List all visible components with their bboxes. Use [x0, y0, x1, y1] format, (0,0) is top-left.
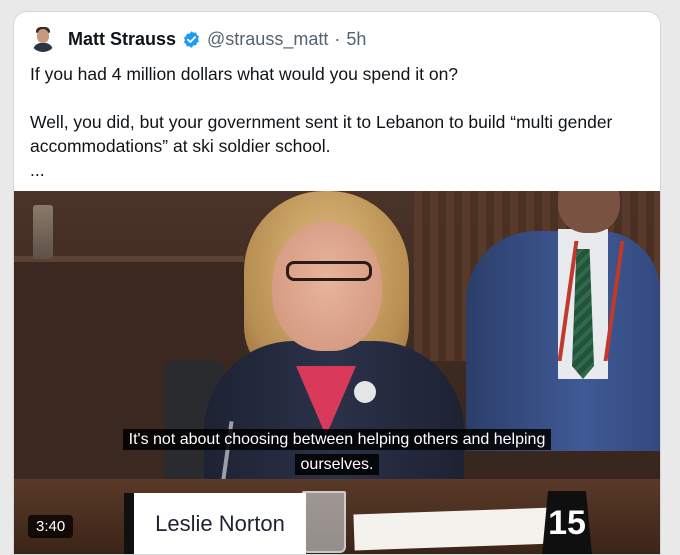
- papers: [353, 507, 555, 551]
- subtitle-line: ourselves.: [294, 454, 380, 475]
- tweet-body: If you had 4 million dollars what would …: [30, 62, 650, 182]
- nameplate: Leslie Norton: [124, 493, 306, 554]
- verified-badge-icon: [184, 30, 199, 48]
- coat-of-arms-icon: [33, 205, 53, 259]
- author-handle[interactable]: @strauss_matt: [207, 29, 328, 50]
- tweet-text-ellipsis: ...: [30, 160, 45, 180]
- water-glass: [302, 491, 346, 553]
- tweet-timestamp[interactable]: 5h: [346, 29, 366, 50]
- author-name[interactable]: Matt Strauss: [68, 29, 176, 50]
- tweet-text-line: Well, you did, but your government sent …: [30, 112, 613, 156]
- video-subtitle: It's not about choosing between helping …: [112, 427, 562, 477]
- author-avatar[interactable]: [30, 26, 56, 52]
- separator-dot: ·: [334, 28, 341, 49]
- tweet-card[interactable]: Matt Strauss @strauss_matt · 5h If you h…: [13, 11, 661, 555]
- video-duration-badge: 3:40: [28, 515, 74, 538]
- seat-number-sign: 15: [542, 491, 592, 554]
- video-player[interactable]: Leslie Norton 15 It's not about choosing…: [14, 191, 660, 554]
- tweet-text-line: If you had 4 million dollars what would …: [30, 64, 459, 84]
- subtitle-line: It's not about choosing between helping …: [122, 429, 552, 450]
- tweet-header: Matt Strauss @strauss_matt · 5h: [30, 26, 366, 52]
